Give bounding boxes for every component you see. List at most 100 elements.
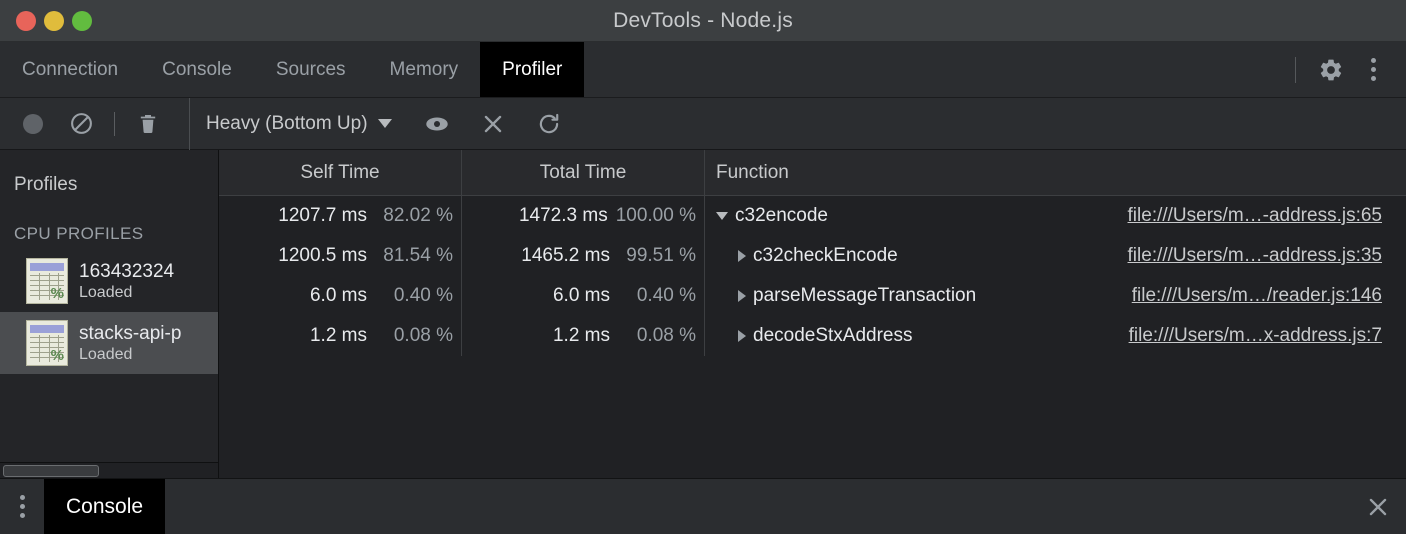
table-row[interactable]: 1200.5 ms 81.54 % 1465.2 ms 99.51 % c32c…: [219, 236, 1406, 276]
collapse-triangle-icon[interactable]: [738, 290, 746, 302]
profile-status: Loaded: [79, 345, 133, 363]
toolbar-divider-1: [114, 111, 115, 136]
tab-bar-spacer: [584, 42, 1283, 97]
icon-header-bar: [30, 263, 64, 271]
tab-console[interactable]: Console: [140, 42, 254, 97]
cell-function: decodeStxAddress file:///Users/m…x-addre…: [705, 316, 1406, 356]
cell-total-time: 1465.2 ms 99.51 %: [462, 236, 705, 276]
window-title: DevTools - Node.js: [613, 8, 793, 32]
delete-profile-button[interactable]: [129, 105, 167, 143]
function-filter-controls: [418, 105, 568, 143]
self-time-percent: 82.02 %: [383, 205, 453, 226]
record-button[interactable]: [14, 105, 52, 143]
cell-total-time: 1472.3 ms 100.00 %: [462, 196, 705, 236]
traffic-lights: [0, 10, 92, 31]
source-link[interactable]: file:///Users/m…/reader.js:146: [1132, 285, 1406, 307]
drawer-more-dots: [19, 495, 25, 518]
profile-text-0: 163432324 Loaded: [79, 261, 174, 302]
function-name: c32checkEncode: [753, 245, 898, 266]
profiles-sidebar: Profiles CPU PROFILES % 163432324 Loaded: [0, 150, 219, 478]
function-name: parseMessageTransaction: [753, 285, 977, 306]
profile-document-icon: %: [26, 320, 68, 366]
table-row[interactable]: 1.2 ms 0.08 % 1.2 ms 0.08 % decodeStxAdd…: [219, 316, 1406, 356]
profiler-toolbar: Heavy (Bottom Up): [0, 97, 1406, 150]
more-dots: [1370, 58, 1376, 81]
record-circle-icon: [23, 113, 43, 134]
column-header-function[interactable]: Function: [705, 150, 1406, 195]
profile-name: stacks-api-p: [79, 322, 182, 344]
close-icon[interactable]: [1350, 479, 1406, 534]
maximize-window-button[interactable]: [72, 10, 92, 31]
cell-function: c32checkEncode file:///Users/m…-address.…: [705, 236, 1406, 276]
profile-document-icon: %: [26, 258, 68, 304]
minimize-window-button[interactable]: [44, 10, 64, 31]
cell-total-time: 6.0 ms 0.40 %: [462, 276, 705, 316]
restore-all-functions-button[interactable]: [530, 105, 568, 143]
total-time-value: 6.0 ms: [552, 285, 610, 306]
sidebar-horizontal-scrollbar[interactable]: [0, 462, 218, 478]
recording-controls: [14, 105, 100, 143]
toolbar-divider-2: [189, 97, 190, 150]
more-vertical-icon[interactable]: [1354, 51, 1392, 89]
icon-percent-glyph: %: [50, 347, 64, 364]
self-time-value: 6.0 ms: [309, 285, 367, 306]
self-time-percent: 0.40 %: [393, 285, 453, 306]
column-header-self-time[interactable]: Self Time: [219, 150, 462, 195]
profile-name: 163432324: [79, 260, 175, 282]
close-window-button[interactable]: [16, 10, 36, 31]
function-name: decodeStxAddress: [753, 325, 913, 346]
table-row[interactable]: 1207.7 ms 82.02 % 1472.3 ms 100.00 % c32…: [219, 196, 1406, 236]
dot: [19, 504, 25, 509]
table-body: 1207.7 ms 82.02 % 1472.3 ms 100.00 % c32…: [219, 196, 1406, 478]
clear-all-profiles-button[interactable]: [62, 105, 100, 143]
self-time-percent: 0.08 %: [393, 325, 453, 346]
tab-connection[interactable]: Connection: [0, 42, 140, 97]
dot: [1370, 67, 1376, 72]
dot: [19, 513, 25, 518]
focus-selected-function-button[interactable]: [418, 105, 456, 143]
profile-list-item-1[interactable]: % stacks-api-p Loaded: [0, 312, 218, 374]
title-bar: DevTools - Node.js: [0, 0, 1406, 42]
sidebar-empty-space: [0, 374, 218, 462]
dot: [1370, 76, 1376, 81]
tab-bar-actions: [1283, 42, 1406, 97]
collapse-triangle-icon[interactable]: [738, 250, 746, 262]
tab-profiler[interactable]: Profiler: [480, 42, 585, 97]
tab-bar-divider: [1295, 56, 1296, 83]
drawer-tab-console[interactable]: Console: [44, 479, 166, 534]
collapse-triangle-icon[interactable]: [738, 330, 746, 342]
profiler-body: Profiles CPU PROFILES % 163432324 Loaded: [0, 150, 1406, 478]
chevron-down-icon: [377, 119, 392, 128]
source-link[interactable]: file:///Users/m…x-address.js:7: [1129, 325, 1406, 347]
self-time-percent: 81.54 %: [383, 245, 453, 266]
profile-list-item-0[interactable]: % 163432324 Loaded: [0, 250, 218, 312]
source-link[interactable]: file:///Users/m…-address.js:65: [1128, 205, 1406, 227]
tab-memory[interactable]: Memory: [368, 42, 481, 97]
total-time-percent: 0.08 %: [636, 325, 696, 346]
dot: [1370, 58, 1376, 63]
tab-sources[interactable]: Sources: [254, 42, 368, 97]
view-mode-select[interactable]: Heavy (Bottom Up): [206, 113, 392, 135]
sidebar-title: Profiles: [14, 174, 78, 195]
table-row[interactable]: 6.0 ms 0.40 % 6.0 ms 0.40 % parseMessage…: [219, 276, 1406, 316]
cell-total-time: 1.2 ms 0.08 %: [462, 316, 705, 356]
self-time-value: 1200.5 ms: [278, 245, 367, 266]
gear-icon[interactable]: [1312, 51, 1350, 89]
table-header-row: Self Time Total Time Function: [219, 150, 1406, 196]
exclude-selected-function-button[interactable]: [474, 105, 512, 143]
expand-triangle-icon[interactable]: [716, 212, 728, 220]
drawer-spacer: [165, 479, 1350, 534]
main-tab-bar: Connection Console Sources Memory Profil…: [0, 42, 1406, 98]
scrollbar-thumb[interactable]: [3, 465, 99, 477]
drawer-more-vertical-icon[interactable]: [0, 479, 44, 534]
self-time-value: 1.2 ms: [309, 325, 367, 346]
cell-self-time: 1.2 ms 0.08 %: [219, 316, 462, 356]
sidebar-section-cpu-profiles: CPU PROFILES: [14, 224, 144, 243]
dot: [19, 495, 25, 500]
profile-table: Self Time Total Time Function 1207.7 ms …: [219, 150, 1406, 478]
view-mode-label: Heavy (Bottom Up): [206, 112, 368, 134]
function-name: c32encode: [735, 205, 828, 226]
total-time-value: 1465.2 ms: [521, 245, 610, 266]
column-header-total-time[interactable]: Total Time: [462, 150, 705, 195]
source-link[interactable]: file:///Users/m…-address.js:35: [1128, 245, 1406, 267]
